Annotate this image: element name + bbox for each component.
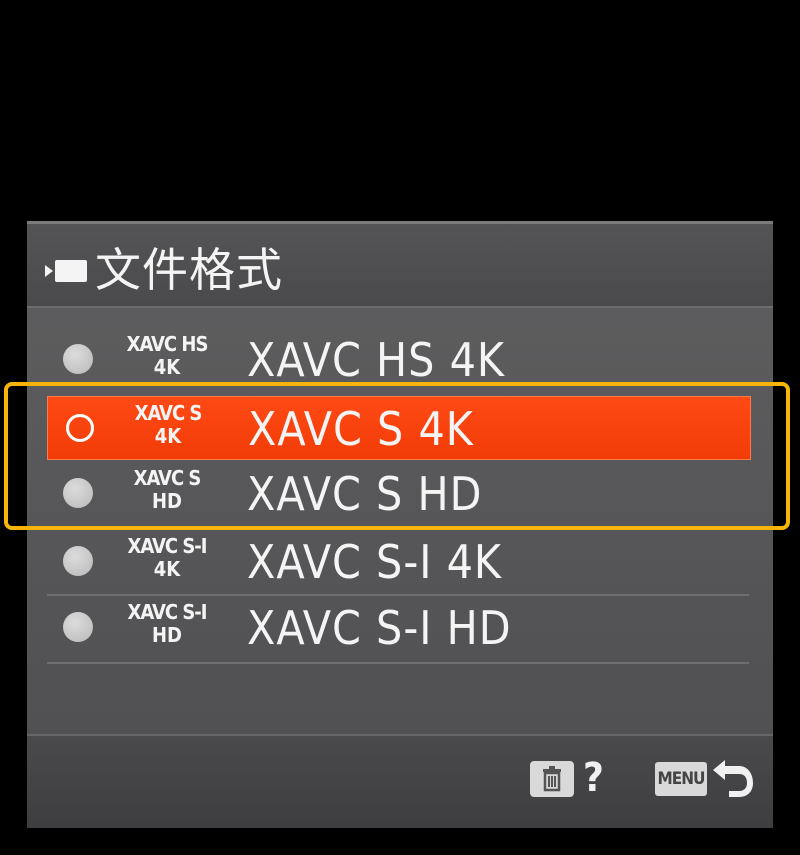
badge-line2: HD <box>152 623 182 647</box>
delete-button[interactable] <box>530 761 574 797</box>
option-xavc-s-i-4k[interactable]: XAVC S-I 4K XAVC S-I 4K <box>47 530 749 592</box>
option-label: XAVC S-I 4K <box>247 535 503 589</box>
radio-button[interactable] <box>63 546 93 576</box>
option-xavc-hs-4k[interactable]: XAVC HS 4K XAVC HS 4K <box>47 328 749 390</box>
badge-line1: XAVC HS <box>126 332 209 356</box>
movie-mode-icon <box>45 260 87 282</box>
trash-icon <box>543 766 561 792</box>
format-badge-icon: XAVC S-I 4K <box>107 534 227 588</box>
badge-line1: XAVC S-I <box>127 534 208 558</box>
format-badge-icon: XAVC HS 4K <box>107 332 227 386</box>
menu-button[interactable]: MENU <box>655 762 707 796</box>
radio-button[interactable] <box>63 344 93 374</box>
page-title: 文件格式 <box>95 243 283 297</box>
option-xavc-s-i-hd[interactable]: XAVC S-I HD XAVC S-I HD <box>47 596 749 658</box>
option-label: XAVC S-I HD <box>247 601 512 655</box>
badge-line1: XAVC S-I <box>127 600 208 624</box>
badge-line2: 4K <box>153 355 181 379</box>
badge-line2: 4K <box>153 557 181 581</box>
list-divider <box>47 662 749 664</box>
format-badge-icon: XAVC S-I HD <box>107 600 227 654</box>
menu-footer: ? MENU <box>27 734 773 828</box>
radio-button[interactable] <box>63 612 93 642</box>
help-icon[interactable]: ? <box>583 754 604 802</box>
menu-header: 文件格式 <box>27 224 773 308</box>
return-arrow-icon[interactable] <box>711 756 757 800</box>
highlight-frame <box>4 382 790 530</box>
option-label: XAVC HS 4K <box>247 333 506 387</box>
